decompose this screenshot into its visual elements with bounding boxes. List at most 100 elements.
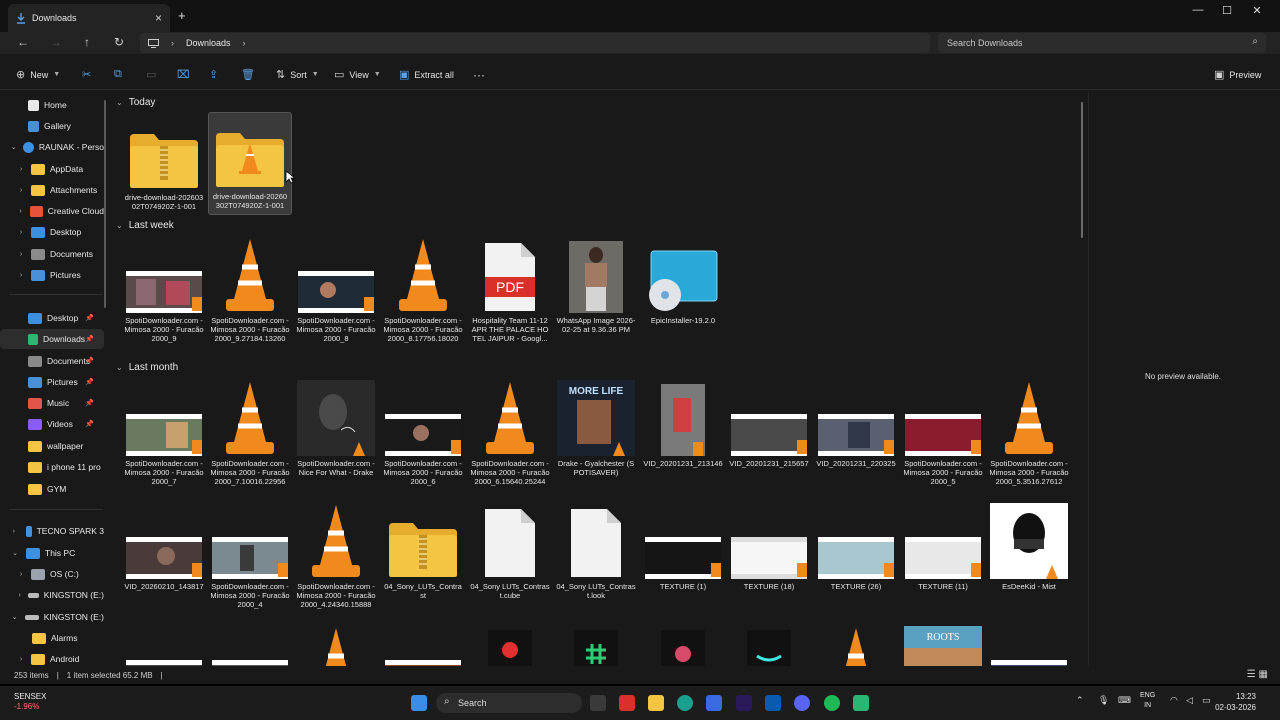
address-bar[interactable]: › Downloads › bbox=[140, 33, 930, 53]
file-tile[interactable]: SpotiDownloader.com - Mimosa 2000 - Fura… bbox=[208, 380, 292, 486]
sidebar-item-desktop-onedrive[interactable]: › Desktop bbox=[0, 222, 104, 242]
details-view-icon[interactable]: ☰ bbox=[1247, 669, 1256, 680]
file-tile[interactable]: VID_20201231_215657 bbox=[727, 380, 811, 468]
new-button[interactable]: ⊕ New ▼ bbox=[16, 68, 60, 81]
file-tile[interactable]: SpotiDownloader.com - Nice For What - Dr… bbox=[294, 380, 378, 477]
group-header-last-week[interactable]: ⌄ Last week bbox=[116, 220, 174, 231]
content-scrollbar[interactable] bbox=[1081, 102, 1083, 238]
file-tile[interactable] bbox=[381, 626, 465, 666]
file-tile[interactable] bbox=[208, 626, 292, 666]
vscode-icon[interactable] bbox=[765, 695, 781, 711]
show-hidden-icons-icon[interactable]: ⌃ bbox=[1076, 695, 1084, 706]
file-tile[interactable]: SpotiDownloader.com - Mimosa 2000 - Fura… bbox=[381, 380, 465, 486]
file-tile[interactable]: SpotiDownloader.com - Mimosa 2000 - Fura… bbox=[122, 237, 206, 343]
file-tile[interactable]: SpotiDownloader.com - Mimosa 2000 - Fura… bbox=[208, 237, 292, 343]
refresh-icon[interactable]: ↻ bbox=[109, 35, 129, 49]
forward-icon[interactable]: → bbox=[46, 35, 66, 49]
sidebar-item-documents-onedrive[interactable]: › Documents bbox=[0, 244, 104, 264]
file-tile[interactable] bbox=[987, 626, 1071, 666]
sidebar-scrollbar[interactable] bbox=[104, 100, 106, 308]
store-icon[interactable] bbox=[706, 695, 722, 711]
sidebar-item-alarms[interactable]: Alarms bbox=[0, 628, 104, 648]
file-tile[interactable]: TEXTURE (26) bbox=[814, 503, 898, 591]
sidebar-item-downloads[interactable]: Downloads 📌 bbox=[0, 329, 104, 349]
extract-all-button[interactable]: ▣ Extract all bbox=[399, 68, 454, 81]
file-tile[interactable] bbox=[814, 626, 898, 666]
file-tile[interactable]: EsDeeKid - Mist bbox=[987, 503, 1071, 591]
file-tile[interactable]: SpotiDownloader.com - Mimosa 2000 - Fura… bbox=[208, 503, 292, 609]
file-tile[interactable]: TEXTURE (18) bbox=[727, 503, 811, 591]
battery-icon[interactable]: ▭ bbox=[1202, 695, 1211, 706]
delete-button[interactable]: 🗑 bbox=[241, 68, 255, 81]
stock-widget[interactable]: SENSEX -1.96% bbox=[14, 692, 46, 712]
file-tile[interactable]: TEXTURE (1) bbox=[641, 503, 725, 591]
share-button[interactable]: ⇪ bbox=[209, 68, 218, 81]
file-tile[interactable]: 04_Sony_LUTs_Contrast bbox=[381, 503, 465, 600]
discord-icon[interactable] bbox=[794, 695, 810, 711]
clock[interactable]: 13:23 02-03-2026 bbox=[1215, 691, 1256, 713]
view-button[interactable]: ▭ View ▼ bbox=[334, 68, 381, 81]
sidebar-item-wallpaper[interactable]: wallpaper bbox=[0, 436, 104, 456]
task-view-icon[interactable] bbox=[590, 695, 606, 711]
copy-button[interactable]: ⧉ bbox=[114, 68, 122, 81]
file-tile[interactable]: PDF Hospitality Team 11-12 APR THE PALAC… bbox=[468, 237, 552, 343]
preview-button[interactable]: ▣ Preview bbox=[1214, 68, 1261, 81]
new-tab-icon[interactable]: + bbox=[178, 8, 186, 23]
wps-office-icon[interactable] bbox=[619, 695, 635, 711]
close-tab-icon[interactable]: × bbox=[155, 11, 162, 25]
sidebar-item-kingston-2[interactable]: ⌄ KINGSTON (E:) bbox=[0, 607, 104, 627]
file-tile[interactable]: VID_20201231_220325 bbox=[814, 380, 898, 468]
premiere-icon[interactable] bbox=[736, 695, 752, 711]
file-tile[interactable] bbox=[122, 626, 206, 666]
file-tile[interactable] bbox=[294, 626, 378, 666]
maximize-icon[interactable]: ☐ bbox=[1213, 4, 1241, 17]
wifi-icon[interactable]: ◠ bbox=[1170, 695, 1178, 706]
sidebar-item-android[interactable]: › Android bbox=[0, 649, 104, 666]
sidebar-item-os-c[interactable]: › OS (C:) bbox=[0, 564, 104, 584]
windows-start-icon[interactable] bbox=[411, 695, 427, 711]
sidebar-item-gym[interactable]: GYM bbox=[0, 479, 104, 499]
breadcrumb-downloads[interactable]: Downloads bbox=[186, 38, 231, 48]
file-tile[interactable]: SpotiDownloader.com - Mimosa 2000 - Fura… bbox=[122, 380, 206, 486]
rename-button[interactable]: ⌧ bbox=[177, 68, 190, 81]
file-tile[interactable]: MORE LIFE Drake - Gyalchester (SPOTISAVE… bbox=[554, 380, 638, 477]
sidebar-item-gallery[interactable]: Gallery bbox=[0, 116, 104, 136]
sidebar-item-appdata[interactable]: › AppData bbox=[0, 159, 104, 179]
edge-icon[interactable] bbox=[677, 695, 693, 711]
sidebar-item-videos[interactable]: Videos 📌 bbox=[0, 414, 104, 434]
sidebar-item-onedrive[interactable]: ⌄ RAUNAK - Perso bbox=[0, 137, 104, 157]
microphone-icon[interactable]: 🎙 bbox=[1098, 695, 1109, 706]
file-tile[interactable]: VID_20260210_143817 bbox=[122, 503, 206, 591]
sidebar-item-music[interactable]: Music 📌 bbox=[0, 393, 104, 413]
file-tile[interactable]: 04_Sony LUTs_Contrast.look bbox=[554, 503, 638, 600]
file-tile[interactable]: SpotiDownloader.com - Mimosa 2000 - Fura… bbox=[901, 380, 985, 486]
sidebar-item-attachments[interactable]: › Attachments bbox=[0, 180, 104, 200]
file-tile[interactable]: WhatsApp Image 2026-02-25 at 9.36.36 PM bbox=[554, 237, 638, 334]
sidebar-item-kingston-1[interactable]: › KINGSTON (E:) bbox=[0, 585, 104, 605]
sidebar-item-documents[interactable]: Documents 📌 bbox=[0, 351, 104, 371]
sidebar-item-this-pc[interactable]: ⌄ This PC bbox=[0, 543, 104, 563]
file-tile[interactable]: EpicInstaller-19.2.0 bbox=[641, 237, 725, 325]
tiles-view-icon[interactable]: ▦ bbox=[1259, 669, 1268, 680]
file-tile[interactable] bbox=[468, 626, 552, 666]
sidebar-item-home[interactable]: Home bbox=[0, 95, 104, 115]
file-tile[interactable]: 04_Sony LUTs_Contrast.cube bbox=[468, 503, 552, 600]
file-tile[interactable]: TEXTURE (11) bbox=[901, 503, 985, 591]
sidebar-item-pictures[interactable]: Pictures 📌 bbox=[0, 372, 104, 392]
sidebar-item-tecno[interactable]: › TECNO SPARK 3 bbox=[0, 521, 104, 541]
file-tile[interactable]: drive-download-20260302T074920Z-1-001 bbox=[122, 114, 206, 211]
file-tile[interactable] bbox=[554, 626, 638, 666]
sidebar-item-desktop[interactable]: Desktop 📌 bbox=[0, 308, 104, 328]
close-window-icon[interactable]: ✕ bbox=[1243, 4, 1271, 17]
more-options-button[interactable]: ··· bbox=[473, 68, 485, 82]
paste-button[interactable]: ▭ bbox=[146, 68, 156, 81]
minimize-icon[interactable]: — bbox=[1184, 4, 1212, 16]
up-icon[interactable]: ↑ bbox=[77, 35, 97, 49]
file-tile[interactable]: VID_20201231_213146 bbox=[641, 380, 725, 468]
file-tile[interactable]: ROOTS bbox=[901, 626, 985, 666]
tab-downloads[interactable]: Downloads × bbox=[8, 4, 170, 32]
group-header-last-month[interactable]: ⌄ Last month bbox=[116, 362, 178, 373]
file-tile[interactable]: SpotiDownloader.com - Mimosa 2000 - Fura… bbox=[381, 237, 465, 343]
spotify-icon[interactable] bbox=[824, 695, 840, 711]
language-indicator[interactable]: ENG IN bbox=[1140, 691, 1155, 711]
